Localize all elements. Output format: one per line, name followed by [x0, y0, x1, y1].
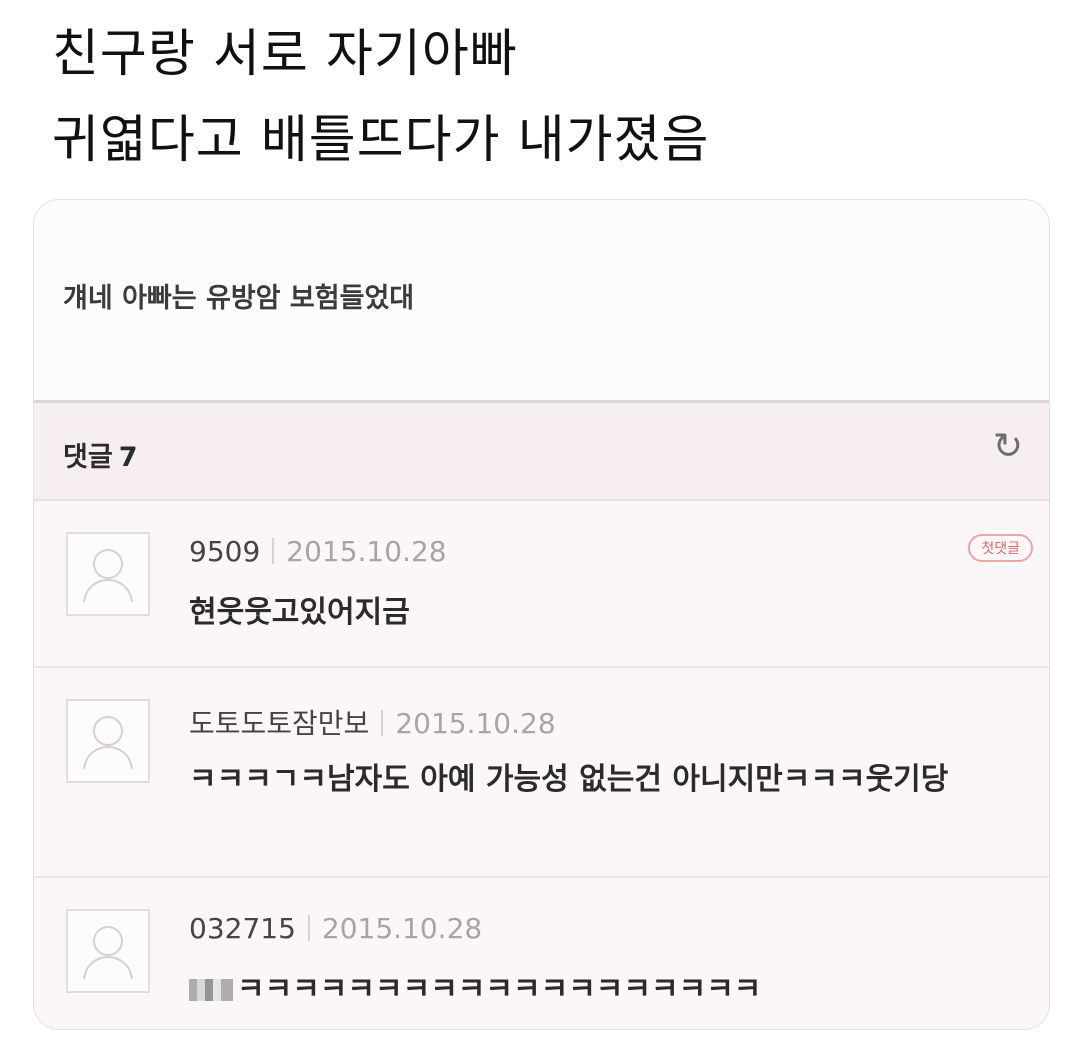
comment-date: 2015.10.28: [395, 707, 556, 740]
caption: 친구랑 서로 자기아빠 귀엷다고 배틀뜨다가 내가졌음: [52, 12, 1052, 184]
user-icon: [83, 549, 133, 603]
comment-text-row: ㅋㅋㅋㅋㅋㅋㅋㅋㅋㅋㅋㅋㅋㅋㅋㅋㅋㅋㅋ: [189, 966, 1019, 1014]
first-comment-badge: 첫댓글: [968, 534, 1033, 562]
post-text: 걔네 아빠는 유방암 보험들었대: [63, 283, 415, 314]
meta-divider: [272, 538, 275, 564]
comment-item: 9509 2015.10.28 첫댓글 현웃웃고있어지금: [34, 501, 1049, 668]
avatar[interactable]: [66, 909, 150, 993]
comments-title: 댓글: [63, 442, 113, 473]
comment-item: 도토도토잠만보 2015.10.28 ㅋㅋㅋㄱㅋ남자도 아예 가능성 없는건 아니…: [34, 668, 1049, 878]
meta-divider: [381, 710, 384, 736]
refresh-icon[interactable]: ↻: [993, 429, 1023, 465]
post: 걔네 아빠는 유방암 보험들었대: [34, 200, 1049, 403]
avatar[interactable]: [66, 532, 150, 616]
user-icon: [83, 926, 133, 980]
comments-label: 댓글 7: [63, 435, 137, 474]
comment-text: ㅋㅋㅋㅋㅋㅋㅋㅋㅋㅋㅋㅋㅋㅋㅋㅋㅋㅋㅋ: [237, 972, 762, 1007]
censored-mosaic: [189, 979, 233, 1001]
comment-meta: 도토도토잠만보 2015.10.28: [189, 702, 556, 742]
comment-author[interactable]: 도토도토잠만보: [189, 707, 369, 740]
meta-divider: [307, 915, 310, 941]
caption-line-2: 귀엷다고 배틀뜨다가 내가졌음: [52, 111, 710, 170]
comment-date: 2015.10.28: [286, 535, 447, 568]
comment-author[interactable]: 9509: [189, 535, 260, 568]
caption-line-1: 친구랑 서로 자기아빠: [52, 25, 518, 84]
comments-count: 7: [118, 442, 138, 473]
screenshot-card: 걔네 아빠는 유방암 보험들었대 댓글 7 ↻ 9509 2015.10.28 첫댓…: [33, 199, 1050, 1030]
comment-date: 2015.10.28: [321, 912, 483, 945]
comment-text: ㅋㅋㅋㄱㅋ남자도 아예 가능성 없는건 아니지만ㅋㅋㅋ웃기당: [189, 762, 949, 797]
comments-header: 댓글 7 ↻: [34, 403, 1049, 501]
user-icon: [83, 716, 133, 770]
comment-list: 9509 2015.10.28 첫댓글 현웃웃고있어지금 도토도토잠만보 2015.…: [34, 501, 1049, 1029]
comment-author[interactable]: 032715: [189, 912, 296, 945]
avatar[interactable]: [66, 699, 150, 783]
comment-meta: 032715 2015.10.28: [189, 912, 482, 945]
comment-meta: 9509 2015.10.28: [189, 535, 447, 568]
comment-item: 032715 2015.10.28 ㅋㅋㅋㅋㅋㅋㅋㅋㅋㅋㅋㅋㅋㅋㅋㅋㅋㅋㅋ: [34, 878, 1049, 1029]
comment-text: 현웃웃고있어지금: [189, 595, 410, 630]
